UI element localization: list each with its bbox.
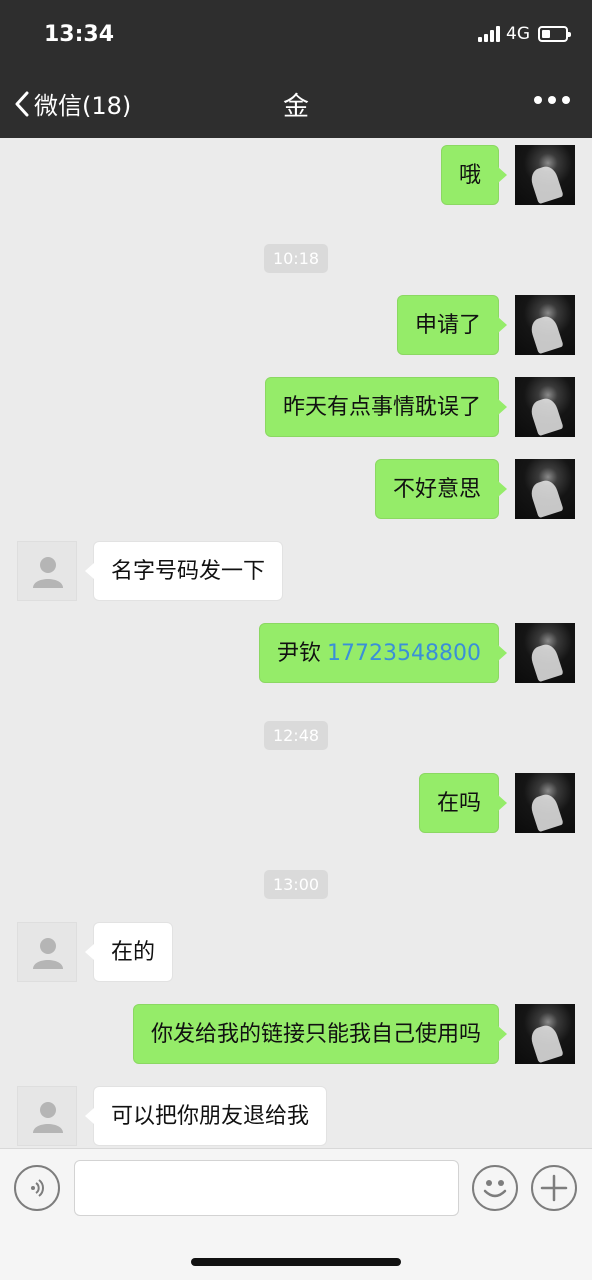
my-avatar[interactable] [515, 623, 575, 683]
message-bubble-other[interactable]: 名字号码发一下 [84, 541, 284, 601]
battery-icon [538, 26, 571, 42]
message-row: 尹钦 17723548800 [0, 623, 592, 683]
message-row: 哦 [0, 145, 592, 205]
message-row: 名字号码发一下 [0, 541, 592, 601]
timestamp: 13:00 [0, 870, 592, 899]
my-avatar[interactable] [515, 1004, 575, 1064]
more-dots-icon[interactable] [534, 96, 570, 104]
message-input[interactable] [74, 1160, 459, 1216]
message-row: 申请了 [0, 295, 592, 355]
home-indicator[interactable] [191, 1258, 401, 1266]
plus-icon [540, 1174, 568, 1202]
message-bubble-me[interactable]: 不好意思 [374, 459, 508, 519]
contact-avatar[interactable] [17, 1086, 77, 1146]
phone-link[interactable]: 17723548800 [327, 641, 481, 666]
chevron-left-icon [15, 91, 29, 116]
emoji-icon [483, 1180, 507, 1198]
message-row: 可以把你朋友退给我 [0, 1086, 592, 1146]
message-row: 在吗 [0, 773, 592, 833]
timestamp: 12:48 [0, 721, 592, 750]
person-icon [33, 557, 63, 588]
voice-button[interactable] [14, 1165, 60, 1211]
my-avatar[interactable] [515, 295, 575, 355]
message-row: 你发给我的链接只能我自己使用吗 [0, 1004, 592, 1064]
chat-area[interactable]: 哦 10:18 申请了 昨天有点事情耽误了 不好意思 名字号码发一下 尹钦 177… [0, 138, 592, 1148]
message-bubble-me[interactable]: 尹钦 17723548800 [259, 623, 507, 683]
message-bubble-me[interactable]: 哦 [440, 145, 508, 205]
timestamp: 10:18 [0, 244, 592, 273]
message-row: 不好意思 [0, 459, 592, 519]
message-row: 在的 [0, 922, 592, 982]
message-bubble-other[interactable]: 可以把你朋友退给我 [84, 1086, 328, 1146]
signal-icon [478, 26, 500, 42]
back-label: 微信(18) [34, 92, 132, 120]
my-avatar[interactable] [515, 145, 575, 205]
status-time: 13:34 [44, 22, 115, 47]
message-bubble-me[interactable]: 在吗 [418, 773, 508, 833]
contact-avatar[interactable] [17, 541, 77, 601]
top-header: 13:34 4G 微信(18) 金 [0, 0, 592, 138]
back-button[interactable]: 微信(18) [14, 86, 131, 121]
my-avatar[interactable] [515, 459, 575, 519]
person-icon [33, 1102, 63, 1133]
voice-icon [31, 1179, 44, 1197]
plus-button[interactable] [531, 1165, 577, 1211]
my-avatar[interactable] [515, 377, 575, 437]
message-row: 昨天有点事情耽误了 [0, 377, 592, 437]
my-avatar[interactable] [515, 773, 575, 833]
person-icon [33, 938, 63, 969]
message-bubble-other[interactable]: 在的 [84, 922, 174, 982]
chat-title: 金 [282, 92, 309, 122]
emoji-button[interactable] [472, 1165, 518, 1211]
message-bubble-me[interactable]: 你发给我的链接只能我自己使用吗 [132, 1004, 508, 1064]
message-bubble-me[interactable]: 申请了 [396, 295, 508, 355]
network-type: 4G [506, 24, 530, 44]
message-bubble-me[interactable]: 昨天有点事情耽误了 [264, 377, 508, 437]
status-indicators: 4G [478, 24, 571, 44]
message-text: 尹钦 [277, 641, 322, 666]
contact-avatar[interactable] [17, 922, 77, 982]
